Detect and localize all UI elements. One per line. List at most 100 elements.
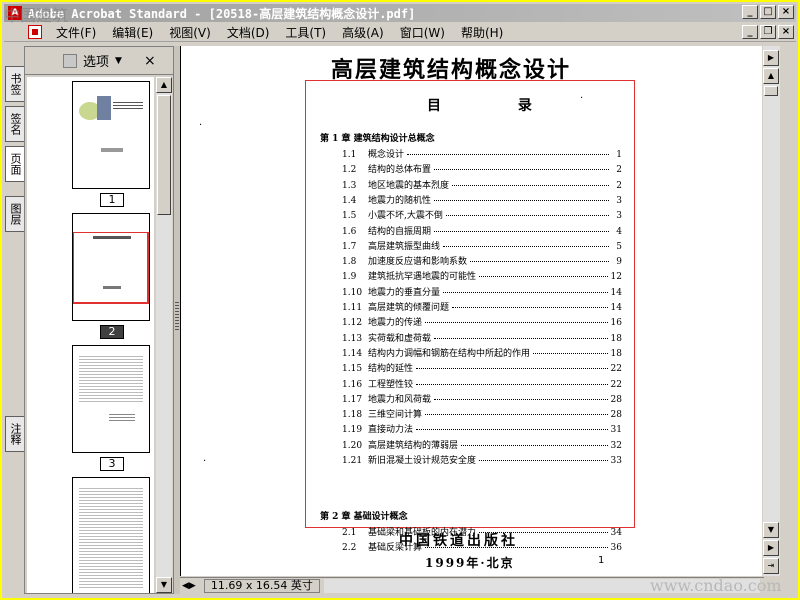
page-size-readout[interactable]: 11.69 x 16.54 英寸	[203, 579, 320, 593]
speck: ·	[199, 120, 203, 131]
toc-entry-number: 1.1	[342, 150, 357, 160]
toc-entry-number: 1.15	[342, 364, 363, 375]
toc-entry-page: 22	[610, 364, 622, 375]
toc-leader-dots	[416, 429, 608, 431]
toc-entry[interactable]: 1.1 概念设计 1	[342, 147, 622, 160]
page-thumbnail-4[interactable]	[72, 477, 150, 593]
toc-entry[interactable]: 1.9 建筑抵抗罕遇地震的可能性 12	[342, 269, 622, 282]
trash-icon[interactable]	[63, 53, 77, 68]
toc-entry[interactable]: 1.10 地震力的垂直分量 14	[342, 285, 622, 298]
toc-entry-number: 2.2	[342, 543, 357, 554]
toc-entry[interactable]: 1.11 高层建筑的倾覆问题 14	[342, 300, 622, 313]
toc-entry[interactable]: 1.16 工程塑性铰 22	[342, 377, 622, 390]
menu-file[interactable]: 文件(F)	[48, 24, 104, 41]
maximize-button[interactable]: □	[760, 5, 776, 19]
toc-entry[interactable]: 1.3 地区地震的基本烈度 2	[342, 178, 622, 191]
scroll-down-arrow-icon[interactable]: ▼	[763, 522, 779, 538]
scroll-up-arrow-icon[interactable]: ▲	[763, 68, 779, 84]
tab-signatures[interactable]: 签名	[5, 106, 24, 142]
scroll-left-right-icon[interactable]: ◀▶	[182, 581, 196, 591]
toc-leader-dots	[461, 444, 608, 446]
pages-panel-toolbar: 选项 ▼ ×	[25, 47, 173, 75]
toc-entry-number: 1.4	[342, 195, 357, 206]
scroll-up-arrow-icon[interactable]: ▲	[156, 77, 172, 93]
next-page-icon[interactable]: ▶	[763, 540, 779, 556]
chevron-down-icon[interactable]: ▼	[115, 56, 122, 66]
toc-entry-title: 结构内力调幅和钢筋在结构中所起的作用	[368, 348, 531, 359]
toc-entry-page: 28	[610, 394, 622, 405]
toc-entry-page: 3	[616, 195, 622, 206]
doc-close-button[interactable]: ×	[778, 25, 794, 39]
toc-leader-dots	[452, 307, 608, 308]
menu-view[interactable]: 视图(V)	[161, 24, 219, 41]
toc-entry-title: 工程塑性铰	[368, 379, 414, 390]
menu-advanced[interactable]: 高级(A)	[334, 24, 392, 41]
toc-entry[interactable]: 1.21 新旧混凝土设计规范安全度 33	[342, 453, 622, 466]
last-page-icon[interactable]: ⇥	[763, 558, 779, 574]
toc-entry-title: 地震力的传递	[368, 318, 423, 329]
toc-entry-title: 地震力的垂直分量	[368, 287, 441, 298]
tab-layers[interactable]: 图层	[5, 196, 24, 232]
menu-document[interactable]: 文档(D)	[219, 24, 278, 41]
toc-leader-dots	[445, 215, 609, 217]
document-view[interactable]: 高层建筑结构概念设计 · · 目 录 · 第 1 章 建筑结构设计总概念 1.1…	[180, 46, 762, 576]
menu-edit[interactable]: 编辑(E)	[104, 24, 161, 41]
toc-entry[interactable]: 1.17 地震力和风荷载 28	[342, 392, 622, 405]
options-menu[interactable]: 选项	[83, 51, 109, 70]
toc-entry[interactable]: 1.2 结构的总体布置 2	[342, 162, 622, 175]
toc-entry-title: 建筑抵抗罕遇地震的可能性	[368, 272, 477, 283]
toc-entry-title: 结构的总体布置	[368, 165, 432, 176]
tab-pages[interactable]: 页面	[5, 146, 24, 182]
previous-page-icon[interactable]: ▶	[763, 50, 779, 66]
toc-entry-page: 28	[610, 410, 622, 421]
page-thumbnail-2[interactable]	[72, 213, 150, 321]
toc-entry[interactable]: 1.6 结构的自振周期 4	[342, 224, 622, 237]
toc-entry[interactable]: 1.13 实荷载和虚荷载 18	[342, 331, 622, 344]
toc-entry-page: 22	[610, 379, 622, 390]
document-scrollbar[interactable]: ▶ ▲ ▼ ▶ ⇥	[763, 46, 780, 576]
toc-leader-dots	[479, 460, 608, 461]
scroll-down-arrow-icon[interactable]: ▼	[156, 577, 172, 593]
toc-entry-number: 1.14	[342, 348, 363, 359]
menu-tools[interactable]: 工具(T)	[277, 24, 334, 41]
toc-entry[interactable]: 1.4 地震力的随机性 3	[342, 193, 622, 206]
close-icon[interactable]: ×	[144, 53, 156, 69]
toc-entry-number: 1.19	[342, 425, 363, 436]
toc-entry-page: 16	[610, 318, 622, 329]
toc-entry-page: 1	[616, 150, 622, 160]
close-button[interactable]: ×	[778, 5, 794, 19]
page-thumbnail-1[interactable]	[72, 81, 150, 189]
minimize-button[interactable]: _	[742, 5, 758, 19]
thumbnail-scrollbar[interactable]: ▲ ▼	[156, 77, 172, 593]
toc-entry-title: 小震不坏,大震不倒	[368, 211, 443, 222]
tab-bookmarks[interactable]: 书签	[5, 66, 24, 102]
scroll-thumb[interactable]	[764, 86, 778, 96]
watermark-bottom: www.cndao.com	[650, 576, 782, 595]
toc-entry[interactable]: 1.20 高层建筑结构的薄弱层 32	[342, 438, 622, 451]
toc-entry-number: 1.3	[342, 180, 357, 191]
toc-entry[interactable]: 1.8 加速度反应谱和影响系数 9	[342, 254, 622, 267]
page-thumbnail-3[interactable]	[72, 345, 150, 453]
toc-entry-page: 34	[610, 528, 622, 538]
doc-restore-button[interactable]: ❐	[760, 25, 776, 39]
toc-entry[interactable]: 1.7 高层建筑振型曲线 5	[342, 239, 622, 252]
toc-entry[interactable]: 1.18 三维空间计算 28	[342, 407, 622, 420]
toc-entry[interactable]: 1.14 结构内力调幅和钢筋在结构中所起的作用 18	[342, 346, 622, 359]
toc-entry[interactable]: 1.5 小震不坏,大震不倒 3	[342, 208, 622, 221]
menu-window[interactable]: 窗口(W)	[392, 24, 453, 41]
tab-comments[interactable]: 注释	[5, 416, 24, 452]
toc-leader-dots	[479, 276, 608, 278]
toc-entry[interactable]: 1.15 结构的延性 22	[342, 361, 622, 374]
toc-entry[interactable]: 1.19 直接动力法 31	[342, 422, 622, 435]
doc-minimize-button[interactable]: _	[742, 25, 758, 39]
toc-entry-page: 3	[616, 211, 622, 222]
toc-entry[interactable]: 1.12 地震力的传递 16	[342, 315, 622, 328]
toc-entry-title: 高层建筑结构的薄弱层	[368, 440, 459, 451]
toc-entry-title: 高层建筑振型曲线	[368, 241, 441, 252]
scroll-thumb[interactable]	[157, 95, 171, 215]
speck: ·	[203, 456, 207, 467]
menu-help[interactable]: 帮助(H)	[453, 24, 511, 41]
acrobat-window: A Adobe Acrobat Standard - [20518-高层建筑结构…	[0, 0, 800, 600]
toc-entry-page: 18	[610, 348, 622, 359]
toc-entry-page: 9	[616, 257, 622, 268]
